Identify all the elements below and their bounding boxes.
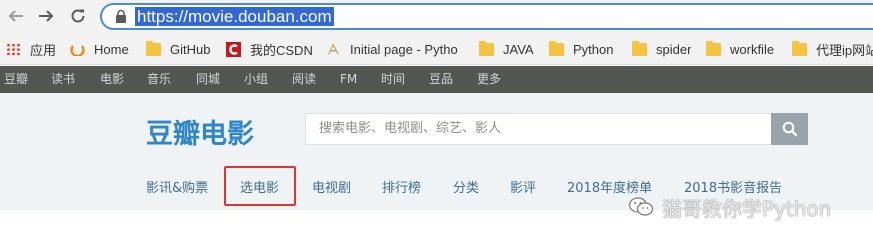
folder-icon [549, 40, 564, 56]
watermark: 猫哥教你学Python [628, 190, 831, 224]
apps-icon [6, 42, 21, 56]
movie-header: 豆瓣电影 搜索电影、电视剧、综艺、影人 [0, 93, 873, 164]
browser-toolbar: https://movie.douban.com [0, 0, 873, 33]
bookmark-csdn[interactable]: 我的CSDN [226, 33, 313, 65]
arrow-right-icon [39, 10, 54, 22]
global-nav-more[interactable]: 更多 [477, 66, 501, 93]
global-nav-douban[interactable]: 豆瓣 [4, 66, 28, 93]
selected-item-highlight-box [224, 166, 296, 206]
home-favicon-icon [70, 44, 85, 56]
subnav-review[interactable]: 影评 [510, 164, 536, 210]
bookmark-java[interactable]: JAVA [479, 33, 534, 65]
bookmark-python[interactable]: Python [549, 33, 613, 65]
folder-icon [632, 40, 647, 56]
folder-icon [792, 40, 807, 56]
global-nav-time[interactable]: 时间 [381, 66, 405, 93]
global-nav-read[interactable]: 阅读 [292, 66, 316, 93]
search-input[interactable]: 搜索电影、电视剧、综艺、影人 [305, 113, 771, 145]
search-button[interactable] [771, 113, 808, 145]
watermark-text: 猫哥教你学Python [662, 196, 832, 221]
global-nav-group[interactable]: 小组 [244, 66, 268, 93]
address-bar[interactable]: https://movie.douban.com [100, 3, 873, 30]
global-nav-music[interactable]: 音乐 [147, 66, 171, 93]
search-placeholder: 搜索电影、电视剧、综艺、影人 [319, 121, 502, 136]
bookmark-label: spider [656, 41, 692, 57]
bookmark-label: 代理ip网站 [816, 42, 873, 58]
global-nav-market[interactable]: 豆品 [429, 66, 453, 93]
bookmark-proxy-ip[interactable]: 代理ip网站 [792, 33, 873, 65]
back-button[interactable] [4, 5, 28, 27]
search-icon [782, 121, 797, 137]
folder-icon [146, 40, 161, 56]
bookmark-workfile[interactable]: workfile [706, 33, 774, 65]
folder-icon [479, 40, 494, 56]
bookmark-spider[interactable]: spider [632, 33, 691, 65]
subnav-tv[interactable]: 电视剧 [312, 164, 351, 210]
bookmark-github[interactable]: GitHub [146, 33, 210, 65]
global-nav-movie[interactable]: 电影 [100, 66, 124, 93]
forward-button[interactable] [34, 5, 58, 27]
douban-global-nav: 豆瓣 读书 电影 音乐 同城 小组 阅读 FM 时间 豆品 更多 [0, 66, 873, 93]
bookmark-label: 应用 [30, 42, 57, 58]
wechat-icon [628, 197, 654, 216]
bookmark-initial-page[interactable]: Initial page - Pytho [326, 33, 464, 65]
bookmark-home[interactable]: Home [70, 33, 129, 65]
bookmark-label: Home [94, 41, 129, 57]
bookmark-apps[interactable]: 应用 [6, 33, 56, 65]
bookmark-label: JAVA [503, 41, 534, 57]
url-text[interactable]: https://movie.douban.com [135, 7, 334, 26]
subnav-showtimes[interactable]: 影讯&购票 [146, 164, 208, 210]
douban-movie-logo[interactable]: 豆瓣电影 [146, 112, 254, 151]
folder-icon [706, 40, 721, 56]
subnav-category[interactable]: 分类 [453, 164, 479, 210]
bookmarks-bar: 应用 Home GitHub 我的CSDN Initial page - Pyt… [0, 33, 873, 65]
lock-icon [116, 9, 126, 23]
reload-icon [71, 9, 85, 23]
csdn-favicon-icon [226, 41, 241, 57]
bookmark-label: Python [573, 41, 614, 57]
bookmark-label: workfile [730, 41, 775, 57]
global-nav-book[interactable]: 读书 [51, 66, 75, 93]
page-favicon-icon [328, 42, 339, 55]
bookmark-label: 我的CSDN [250, 42, 313, 58]
subnav-chart[interactable]: 排行榜 [382, 164, 421, 210]
bookmark-label: Initial page - Pytho [350, 41, 458, 57]
arrow-left-icon [8, 10, 23, 22]
reload-button[interactable] [66, 5, 90, 27]
global-nav-local[interactable]: 同城 [196, 66, 220, 93]
bookmark-label: GitHub [170, 41, 211, 57]
global-nav-fm[interactable]: FM [340, 66, 357, 93]
